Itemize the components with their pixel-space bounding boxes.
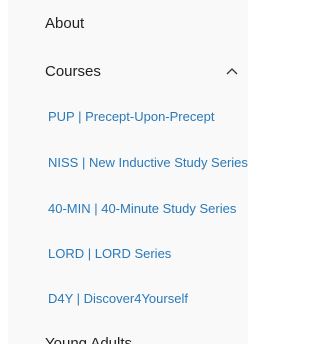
course-item-d4y[interactable]: D4Y | Discover4Yourself	[48, 291, 248, 306]
course-item-lord[interactable]: LORD | LORD Series	[48, 246, 248, 261]
course-item-40-min[interactable]: 40-MIN | 40-Minute Study Series	[48, 201, 248, 216]
course-item-niss[interactable]: NISS | New Inductive Study Series	[48, 155, 248, 170]
course-item-pup[interactable]: PUP | Precept-Upon-Precept	[48, 109, 248, 124]
menu-item-young-adults[interactable]: Young Adults	[45, 335, 132, 344]
navigation-menu: About Courses PUP | Precept-Upon-Precept…	[8, 0, 248, 344]
chevron-up-icon[interactable]	[224, 65, 240, 77]
menu-item-courses[interactable]: Courses	[45, 63, 101, 80]
menu-item-about[interactable]: About	[45, 15, 84, 32]
